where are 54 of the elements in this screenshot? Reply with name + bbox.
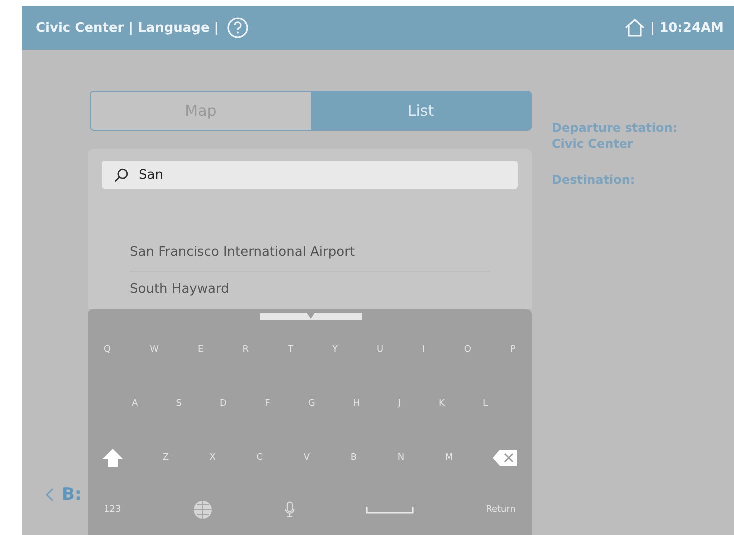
result-item[interactable]: San Francisco International Airport — [130, 235, 490, 272]
header-title: Civic Center | Language | — [36, 20, 220, 36]
keyboard-key[interactable]: C — [254, 451, 266, 465]
globe-icon — [193, 500, 214, 520]
keyboard-key[interactable]: V — [302, 451, 312, 465]
keyboard-key[interactable]: 123 — [102, 503, 124, 517]
space-icon — [366, 506, 414, 514]
trip-label: Destination: — [552, 172, 636, 188]
home-icon[interactable] — [624, 18, 646, 38]
keyboard-key[interactable]: Return — [484, 503, 518, 517]
keyboard-key[interactable]: N — [396, 451, 407, 465]
keyboard-key[interactable]: F — [263, 397, 272, 411]
keyboard-key[interactable]: I — [420, 343, 428, 357]
keyboard-key[interactable]: H — [351, 397, 362, 411]
keyboard-key[interactable]: S — [174, 397, 184, 411]
back-button[interactable]: B: — [22, 485, 88, 505]
keyboard-key[interactable]: U — [375, 343, 386, 357]
keyboard-key[interactable]: J — [396, 397, 403, 411]
keyboard-key[interactable]: G — [306, 397, 318, 411]
keyboard-key[interactable]: M — [443, 451, 456, 465]
keyboard-key[interactable]: E — [196, 343, 206, 357]
keyboard-key[interactable]: Z — [160, 451, 171, 465]
keyboard-key[interactable]: P — [508, 343, 518, 357]
keyboard-key[interactable]: R — [240, 343, 251, 357]
mic-key[interactable] — [284, 501, 296, 519]
keyboard-key[interactable]: A — [130, 397, 140, 411]
globe-key[interactable] — [193, 500, 214, 520]
shift-key[interactable] — [102, 448, 124, 468]
keyboard-key[interactable]: Y — [330, 343, 340, 357]
caret-down-icon — [307, 313, 315, 319]
keyboard-handle[interactable] — [260, 313, 362, 320]
chevron-left-icon — [46, 488, 54, 502]
search-icon — [114, 168, 129, 182]
keyboard-key[interactable]: B — [348, 451, 360, 465]
clock-time: | 10:24AM — [650, 20, 724, 36]
microphone-icon — [284, 501, 296, 519]
result-item[interactable]: South Hayward — [130, 272, 490, 308]
keyboard-key[interactable]: D — [218, 397, 229, 411]
help-icon[interactable] — [227, 17, 250, 39]
search-field[interactable]: San — [102, 161, 518, 189]
trip-value: Civic Center — [552, 136, 634, 152]
backspace-icon — [492, 449, 518, 467]
trip-label: Departure station: — [552, 120, 678, 136]
keyboard-key[interactable]: L — [480, 397, 490, 411]
space-key[interactable] — [366, 506, 414, 514]
keyboard-key[interactable]: Q — [102, 343, 114, 357]
keyboard-key[interactable]: K — [436, 397, 447, 411]
shift-icon — [102, 448, 124, 468]
keyboard-key[interactable]: T — [286, 343, 296, 357]
view-tab[interactable]: List — [311, 92, 531, 130]
keyboard-key[interactable]: O — [462, 343, 474, 357]
keyboard-key[interactable]: W — [148, 343, 162, 357]
delete-key[interactable] — [492, 449, 518, 467]
keyboard-key[interactable]: X — [208, 451, 218, 465]
